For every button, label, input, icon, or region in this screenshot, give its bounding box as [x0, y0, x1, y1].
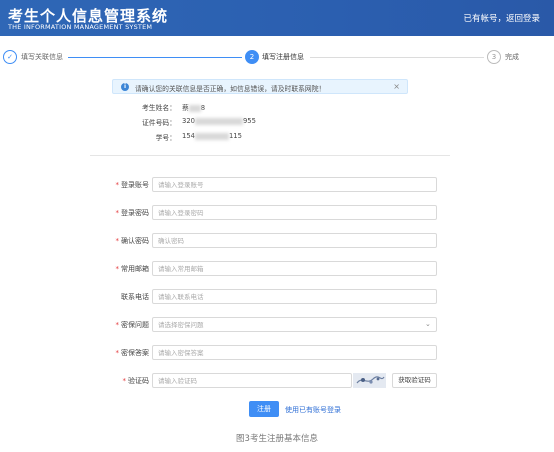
field-label: * 确认密码	[115, 237, 150, 245]
confirm-password-input[interactable]	[152, 233, 437, 248]
captcha-noise-icon	[353, 373, 386, 388]
login-account-input[interactable]	[152, 177, 437, 192]
alert-text: 请确认您的关联信息是否正确，如信息错误，请及时联系网院！	[135, 85, 326, 93]
student-id-label: 学号：	[155, 134, 176, 142]
form-row-login-password: * 登录密码	[90, 205, 450, 221]
app-header: 考生个人信息管理系统 THE INFORMATION MANAGEMENT SY…	[0, 0, 554, 36]
phone-input[interactable]	[152, 289, 437, 304]
step-line-1	[68, 57, 242, 58]
field-label: * 登录密码	[115, 209, 150, 217]
login-password-input[interactable]	[152, 205, 437, 220]
info-icon: i	[121, 83, 129, 91]
student-id-value: 154 115	[182, 132, 242, 140]
close-icon[interactable]: ×	[393, 82, 400, 91]
chevron-down-icon: ⌄	[425, 320, 431, 328]
progress-steps: ✓ 填写关联信息 2 填写注册信息 3 完成	[0, 40, 554, 70]
step-line-2	[310, 57, 484, 58]
security-question-select[interactable]	[152, 317, 437, 332]
form-row-email: * 常用邮箱	[90, 261, 450, 277]
form-row-security-answer: * 密保答案	[90, 345, 450, 361]
step-3-number: 3	[487, 50, 501, 64]
has-account-text: 已有帐号，	[463, 14, 506, 24]
field-label: 联系电话	[121, 293, 149, 301]
field-label: * 密保问题	[115, 321, 150, 329]
student-name-row: 考生姓名： 蔡8	[116, 102, 316, 112]
get-captcha-button[interactable]: 获取验证码	[392, 373, 437, 388]
student-name-label: 考生姓名：	[142, 104, 176, 112]
student-name-value: 蔡8	[182, 104, 206, 112]
existing-account-login-link[interactable]: 使用已有账号登录	[285, 405, 341, 415]
security-answer-input[interactable]	[152, 345, 437, 360]
field-label: * 验证码	[122, 377, 150, 385]
header-account-links: 已有帐号，返回登录	[463, 12, 540, 24]
register-button[interactable]: 注册	[249, 401, 279, 417]
captcha-input[interactable]	[152, 373, 352, 388]
form-row-login-account: * 登录账号	[90, 177, 450, 193]
form-row-confirm-password: * 确认密码	[90, 233, 450, 249]
step-2-label: 填写注册信息	[262, 53, 304, 61]
id-number-value: 320 955	[182, 117, 256, 125]
email-input[interactable]	[152, 261, 437, 276]
step-1-check-icon: ✓	[3, 50, 17, 64]
back-to-login-link[interactable]: 返回登录	[506, 14, 540, 24]
step-3-label: 完成	[505, 53, 519, 61]
field-label: * 常用邮箱	[115, 265, 150, 273]
form-row-security-question: *密保问题 ⌄	[90, 317, 450, 333]
info-alert: i 请确认您的关联信息是否正确，如信息错误，请及时联系网院！ ×	[112, 79, 408, 94]
id-number-row: 证件号码： 320 955	[116, 117, 316, 127]
figure-caption: 图3考生注册基本信息	[236, 434, 318, 444]
form-row-captcha: *验证码 获取验证码	[90, 373, 450, 389]
field-label: * 登录账号	[115, 181, 150, 189]
id-number-label: 证件号码：	[142, 119, 176, 127]
section-divider	[90, 155, 450, 156]
student-id-row: 学号： 154 115	[116, 132, 316, 142]
field-label: * 密保答案	[115, 349, 150, 357]
step-2-number: 2	[245, 50, 259, 64]
step-1-label: 填写关联信息	[21, 53, 63, 61]
form-row-phone: 联系电话	[90, 289, 450, 305]
captcha-image[interactable]	[353, 373, 386, 388]
app-subtitle: THE INFORMATION MANAGEMENT SYSTEM	[8, 23, 153, 31]
